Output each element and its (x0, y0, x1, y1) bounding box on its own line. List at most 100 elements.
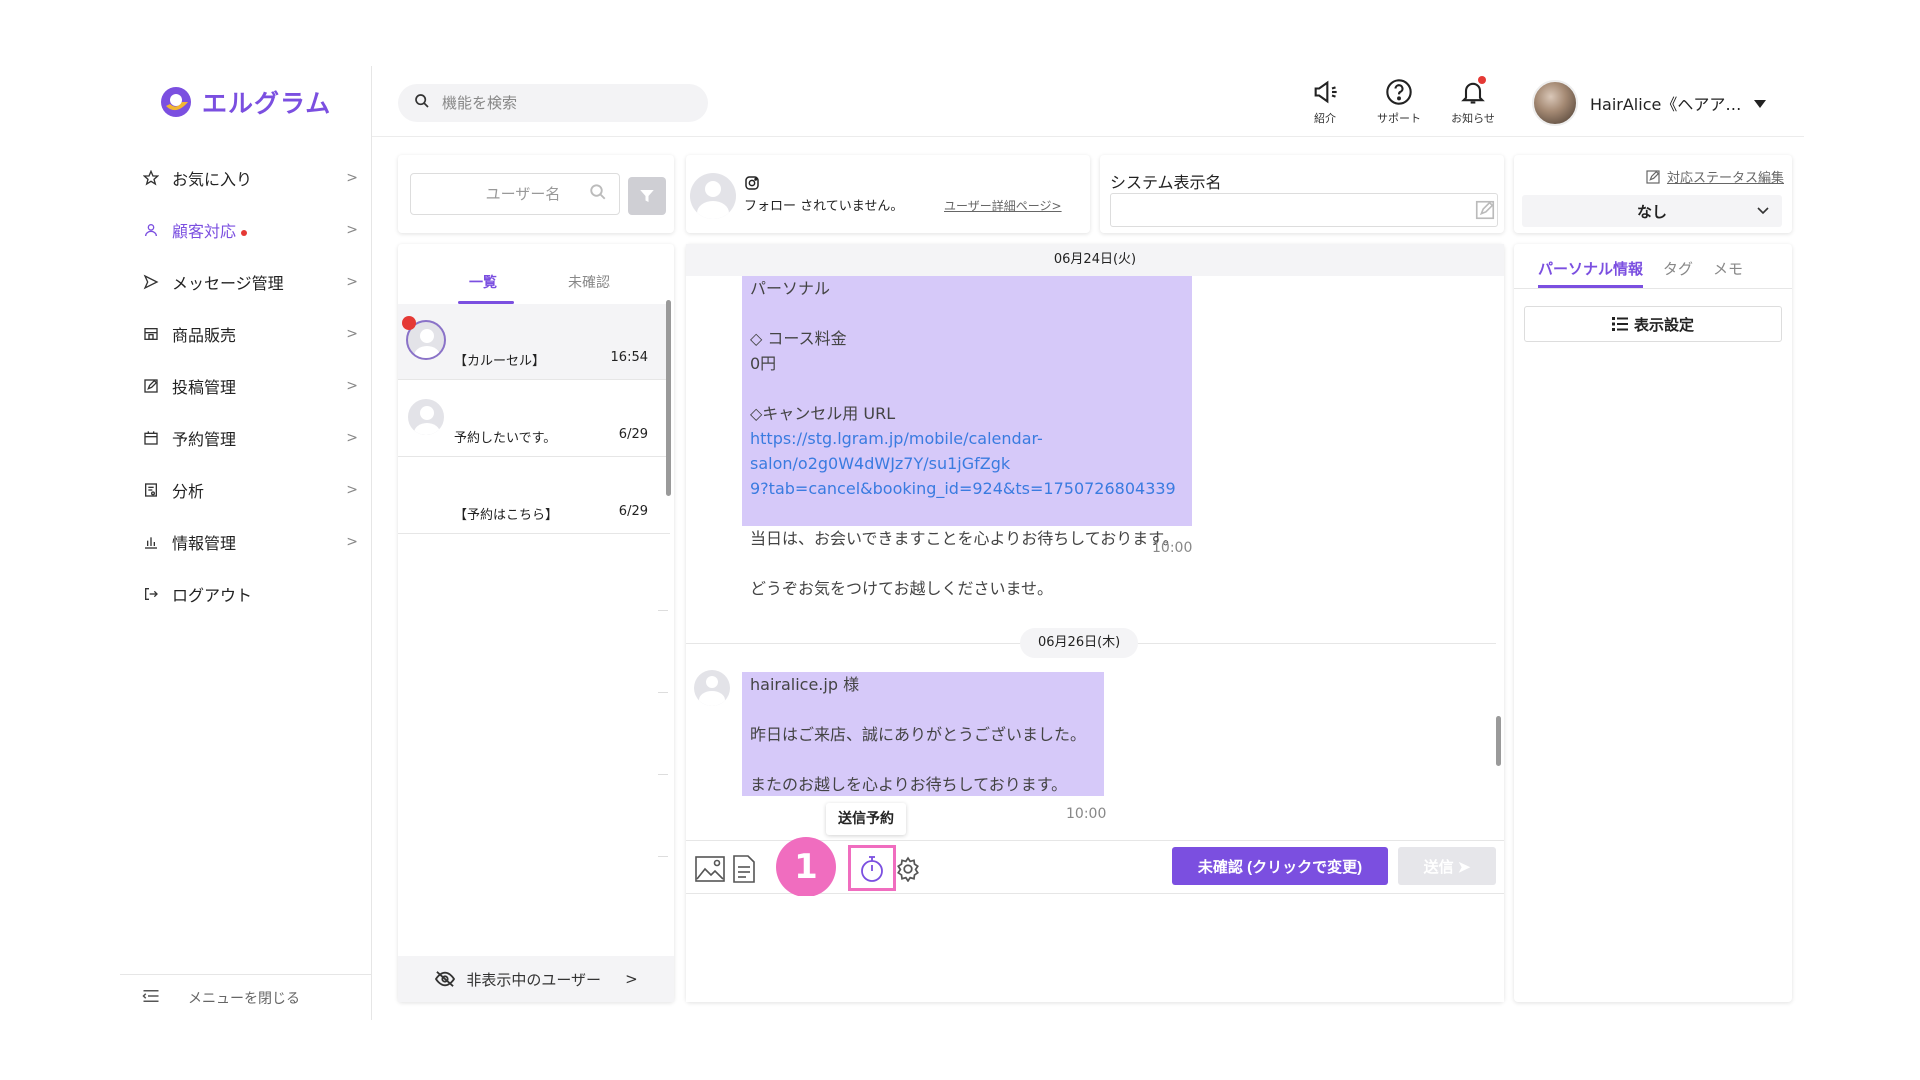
schedule-send-button[interactable] (856, 853, 888, 885)
menu-collapse-icon (142, 988, 160, 1008)
sidebar-item-info[interactable]: 情報管理 > (120, 516, 372, 568)
sidebar-item-favorites[interactable]: お気に入り > (120, 152, 372, 204)
image-icon (695, 856, 725, 882)
last-message: 【カルーセル】 (454, 354, 546, 369)
list-icon (1611, 317, 1628, 331)
message-line (750, 501, 1184, 526)
system-name-panel: システム表示名 (1100, 155, 1504, 233)
caret-down-icon (1753, 94, 1767, 113)
eye-off-icon (435, 971, 456, 987)
message-line: ◇ コース料金 (750, 329, 847, 348)
send-icon: ➤ (1457, 858, 1471, 876)
image-button[interactable] (694, 853, 726, 885)
display-settings-button[interactable]: 表示設定 (1524, 306, 1782, 342)
filter-icon (640, 190, 654, 202)
message-line: hairalice.jp 様 (750, 675, 860, 694)
user-detail-link[interactable]: ユーザー詳細ページ> (944, 197, 1062, 214)
header-icons: 紹介 サポート お知らせ (1300, 76, 1498, 126)
settings-button[interactable] (892, 853, 924, 885)
message-line: 当日は、お会いできますことを心よりお待ちしております。 (750, 529, 1179, 548)
star-icon (142, 169, 160, 187)
message-bubble: hairalice.jp 様 昨日はご来店、誠にありがとうございました。 またの… (742, 672, 1104, 796)
user-name: HairAlice《ヘアア… (1590, 95, 1742, 114)
message-line: 0円 (750, 354, 777, 373)
chevron-right-icon: > (346, 326, 358, 342)
sidebar-item-logout[interactable]: ログアウト (120, 568, 372, 620)
tab-tags[interactable]: タグ (1663, 258, 1693, 288)
logo[interactable]: エルグラム (158, 84, 331, 120)
status-edit-link[interactable]: 対応ステータス編集 (1645, 167, 1784, 186)
list-item[interactable]: 予約したいです。 6/29 (398, 381, 670, 457)
system-name-input[interactable] (1119, 194, 1459, 224)
chevron-right-icon: > (346, 170, 358, 186)
chat-panel: 06月24日(火) パーソナル ◇ コース料金 0円 ◇キャンセル用 URL h… (686, 244, 1504, 1002)
date-separator: 06月24日(火) (686, 244, 1504, 276)
sidebar-item-analytics[interactable]: 分析 > (120, 464, 372, 516)
filter-button[interactable] (628, 177, 666, 215)
hidden-users-label: 非表示中のユーザー (466, 970, 602, 989)
shop-icon (142, 325, 160, 343)
tab-unconfirmed[interactable]: 未確認 (536, 244, 642, 302)
chevron-down-icon (1756, 203, 1770, 221)
message-time: 16:54 (610, 350, 648, 365)
message-time: 6/29 (618, 427, 648, 442)
message-line (750, 301, 1184, 326)
send-label: 送信 (1423, 858, 1454, 876)
sidebar-item-sales[interactable]: 商品販売 > (120, 308, 372, 360)
message-line (750, 376, 1184, 401)
tab-personal-info[interactable]: パーソナル情報 (1538, 258, 1644, 288)
sidebar-nav: お気に入り > 顧客対応 > メッセージ管理 > 商品販売 > 投稿管理 > 予… (120, 152, 372, 620)
list-item[interactable]: 【カルーセル】 16:54 (398, 304, 670, 380)
user-menu[interactable]: HairAlice《ヘアア… (1532, 80, 1767, 126)
send-button[interactable]: 送信 ➤ (1398, 847, 1496, 885)
sidebar-item-label: メッセージ管理 (172, 274, 284, 293)
message-time: 10:00 (1066, 806, 1107, 822)
schedule-tooltip: 送信予約 (826, 803, 906, 835)
tab-all[interactable]: 一覧 (430, 244, 536, 304)
message-line: パーソナル (750, 279, 831, 298)
sidebar-item-posts[interactable]: 投稿管理 > (120, 360, 372, 412)
gear-icon (897, 856, 919, 882)
message-input[interactable] (686, 896, 1504, 1002)
user-list-panel: 一覧 未確認 【カルーセル】 16:54 予約したいです。 6/29 【予約はこ… (398, 244, 674, 1002)
follow-status: フォロー されていません。 (744, 199, 904, 214)
unread-dot (402, 316, 416, 330)
sidebar: エルグラム お気に入り > 顧客対応 > メッセージ管理 > 商品販売 > 投稿… (120, 66, 372, 1020)
edit-icon[interactable] (1474, 199, 1496, 225)
referral-button[interactable]: 紹介 (1300, 78, 1350, 126)
chevron-right-icon: > (346, 534, 358, 550)
sidebar-item-messages[interactable]: メッセージ管理 > (120, 256, 372, 308)
user-search-input[interactable] (463, 185, 583, 203)
notification-dot (1478, 76, 1486, 84)
user-list-tabs: 一覧 未確認 (398, 244, 674, 304)
last-message: 予約したいです。 (454, 431, 557, 446)
hidden-users-button[interactable]: 非表示中のユーザー > (398, 956, 674, 1002)
tab-memo[interactable]: メモ (1713, 258, 1743, 288)
status-panel: 対応ステータス編集 なし (1514, 155, 1792, 233)
cancel-link[interactable]: https://stg.lgram.jp/mobile/calendar-sal… (750, 426, 1184, 501)
close-menu-button[interactable]: メニューを閉じる (120, 974, 372, 1020)
referral-label: 紹介 (1314, 112, 1336, 125)
megaphone-icon (1314, 80, 1337, 104)
user-search-box (410, 173, 620, 215)
scrollbar[interactable] (1496, 716, 1501, 766)
message-line (750, 747, 1096, 772)
sidebar-item-reservations[interactable]: 予約管理 > (120, 412, 372, 464)
scrollbar[interactable] (666, 300, 671, 496)
info-tabs: パーソナル情報 タグ メモ (1538, 258, 1743, 288)
display-settings-label: 表示設定 (1633, 315, 1694, 334)
chevron-right-icon: > (346, 482, 358, 498)
list-item[interactable]: 【予約はこちら】 6/29 (398, 458, 670, 534)
chat-header: フォロー されていません。 ユーザー詳細ページ> (686, 155, 1090, 233)
sidebar-item-customer[interactable]: 顧客対応 > (120, 204, 372, 256)
logo-icon (158, 84, 194, 120)
unconfirmed-toggle-button[interactable]: 未確認 (クリックで変更) (1172, 847, 1388, 885)
divider (658, 610, 668, 611)
notifications-button[interactable]: お知らせ (1448, 76, 1498, 126)
template-button[interactable] (728, 853, 760, 885)
support-button[interactable]: サポート (1374, 78, 1424, 126)
status-select[interactable]: なし (1522, 195, 1782, 227)
sidebar-item-label: 商品販売 (172, 326, 237, 345)
last-message: 【予約はこちら】 (454, 508, 559, 523)
search-input[interactable] (442, 94, 682, 112)
